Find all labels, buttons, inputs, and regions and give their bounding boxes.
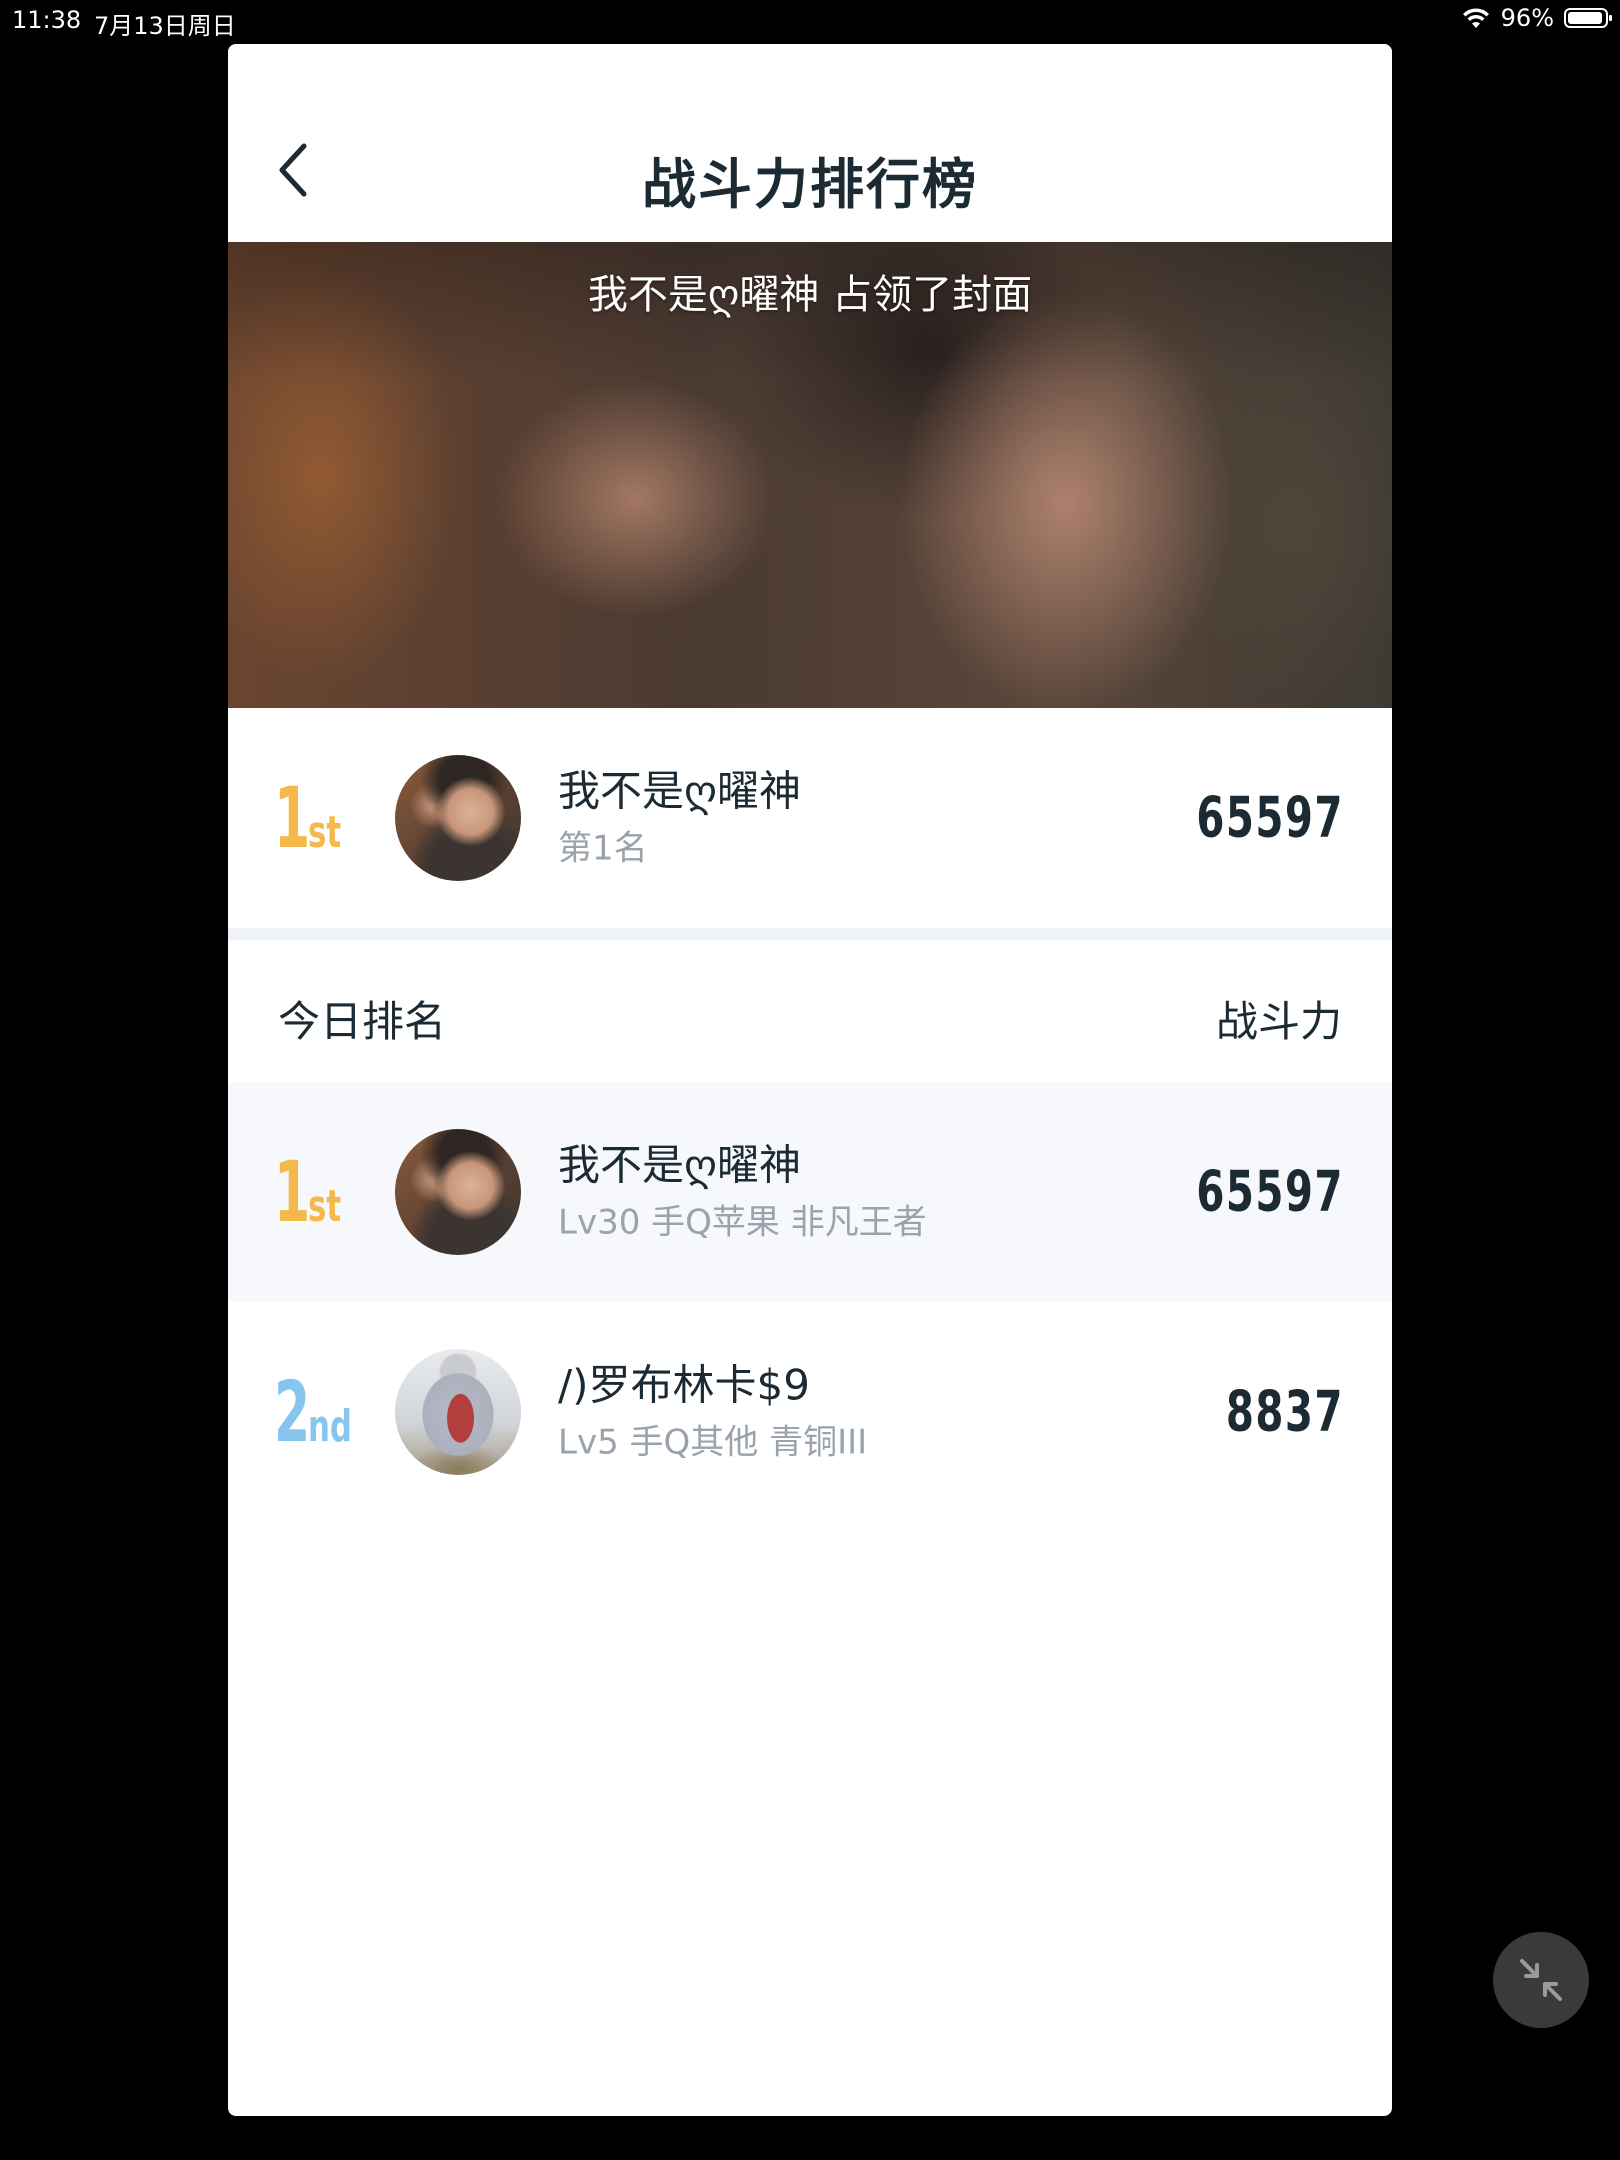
status-date: 7月13日周日 <box>94 12 236 40</box>
rank-suffix: st <box>308 1181 342 1232</box>
status-time: 11:38 <box>12 6 82 34</box>
rank-number: 1 <box>274 769 311 867</box>
rank-badge: 1 st <box>274 776 355 860</box>
list-item[interactable]: 1 st 我不是ღ曜神 Lv30 手Q苹果 非凡王者 65597 <box>228 1082 1392 1302</box>
user-subtitle: 第1名 <box>558 828 648 869</box>
user-name: /)罗布林卡$9 <box>558 1360 810 1410</box>
user-info: /)罗布林卡$9 Lv5 手Q其他 青铜III <box>558 1360 867 1463</box>
top-user-row[interactable]: 1 st 我不是ღ曜神 第1名 65597 <box>228 708 1392 928</box>
user-subtitle: Lv5 手Q其他 青铜III <box>558 1422 868 1463</box>
battery-icon <box>1564 8 1612 28</box>
avatar[interactable] <box>395 755 521 881</box>
status-indicators: 96% <box>1461 4 1612 32</box>
rank-number: 1 <box>274 1143 311 1241</box>
section-title-power: 战斗力 <box>1215 997 1342 1046</box>
avatar[interactable] <box>395 1349 521 1475</box>
rank-badge: 2 nd <box>274 1370 371 1454</box>
collapse-button[interactable] <box>1493 1932 1589 2028</box>
section-divider <box>228 928 1392 940</box>
cover-caption: 我不是ღ曜神 占领了封面 <box>587 272 1033 318</box>
user-info: 我不是ღ曜神 Lv30 手Q苹果 非凡王者 <box>558 1140 927 1243</box>
leaderboard-sheet: 战斗力排行榜 我不是ღ曜神 占领了封面 1 st 我不是ღ曜神 第1名 6559… <box>228 44 1392 2116</box>
user-info: 我不是ღ曜神 第1名 <box>558 766 801 869</box>
battery-percent: 96% <box>1500 4 1554 32</box>
list-item[interactable]: 2 nd /)罗布林卡$9 Lv5 手Q其他 青铜III 8837 <box>228 1302 1392 1522</box>
score: 65597 <box>1196 785 1344 851</box>
score: 65597 <box>1196 1159 1344 1225</box>
collapse-arrows-icon <box>1520 1959 1562 2001</box>
section-title-today-rank: 今日排名 <box>278 997 447 1046</box>
cover-image: 我不是ღ曜神 占领了封面 <box>228 242 1392 708</box>
user-subtitle: Lv30 手Q苹果 非凡王者 <box>558 1202 927 1243</box>
wifi-icon <box>1462 8 1489 28</box>
rank-badge: 1 st <box>274 1150 355 1234</box>
page-title: 战斗力排行榜 <box>642 153 978 216</box>
section-header: 今日排名 战斗力 <box>228 940 1392 1082</box>
rank-suffix: nd <box>308 1401 352 1452</box>
nav-bar: 战斗力排行榜 <box>228 44 1392 242</box>
rank-suffix: st <box>308 807 342 858</box>
rank-number: 2 <box>274 1363 311 1461</box>
user-name: 我不是ღ曜神 <box>558 1140 802 1190</box>
user-name: 我不是ღ曜神 <box>558 766 802 816</box>
avatar[interactable] <box>395 1129 521 1255</box>
status-bar: 11:38 7月13日周日 96% <box>0 0 1620 40</box>
score: 8837 <box>1226 1379 1344 1445</box>
